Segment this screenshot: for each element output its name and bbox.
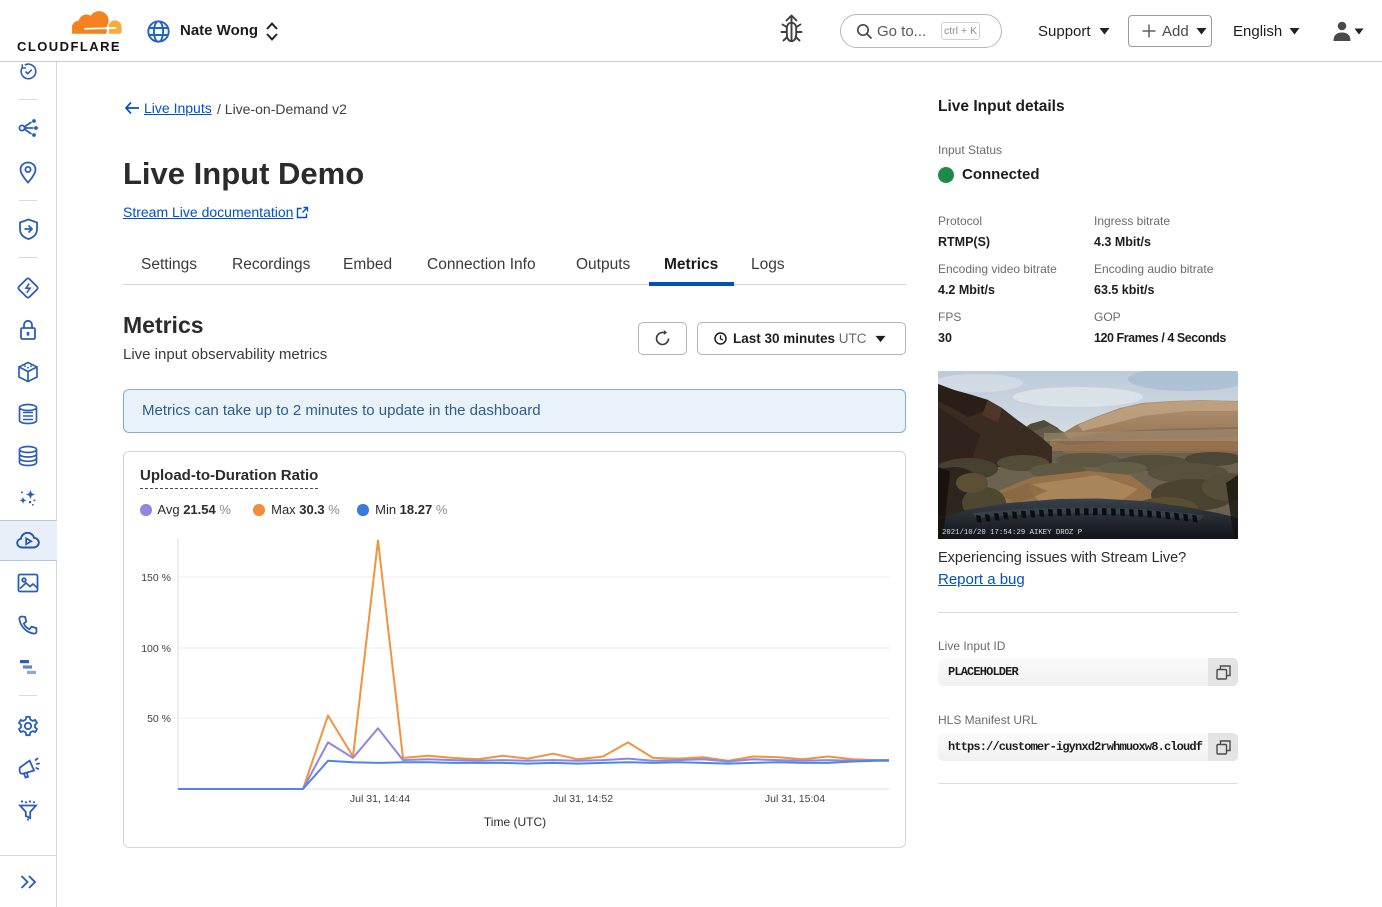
svg-text:Jul 31, 14:44: Jul 31, 14:44 — [350, 793, 410, 805]
svg-text:100 %: 100 % — [141, 643, 171, 655]
svg-text:CLOUDFLARE: CLOUDFLARE — [17, 39, 121, 54]
svg-text:Time (UTC): Time (UTC) — [484, 815, 546, 829]
svg-text:Jul 31, 15:04: Jul 31, 15:04 — [765, 793, 825, 805]
svg-text:Jul 31, 14:52: Jul 31, 14:52 — [553, 793, 613, 805]
svg-text:2021/10/20 17:54:29 AIKEY DROZ: 2021/10/20 17:54:29 AIKEY DROZ P — [942, 529, 1082, 537]
svg-text:150 %: 150 % — [141, 572, 171, 584]
svg-text:50 %: 50 % — [147, 713, 171, 725]
